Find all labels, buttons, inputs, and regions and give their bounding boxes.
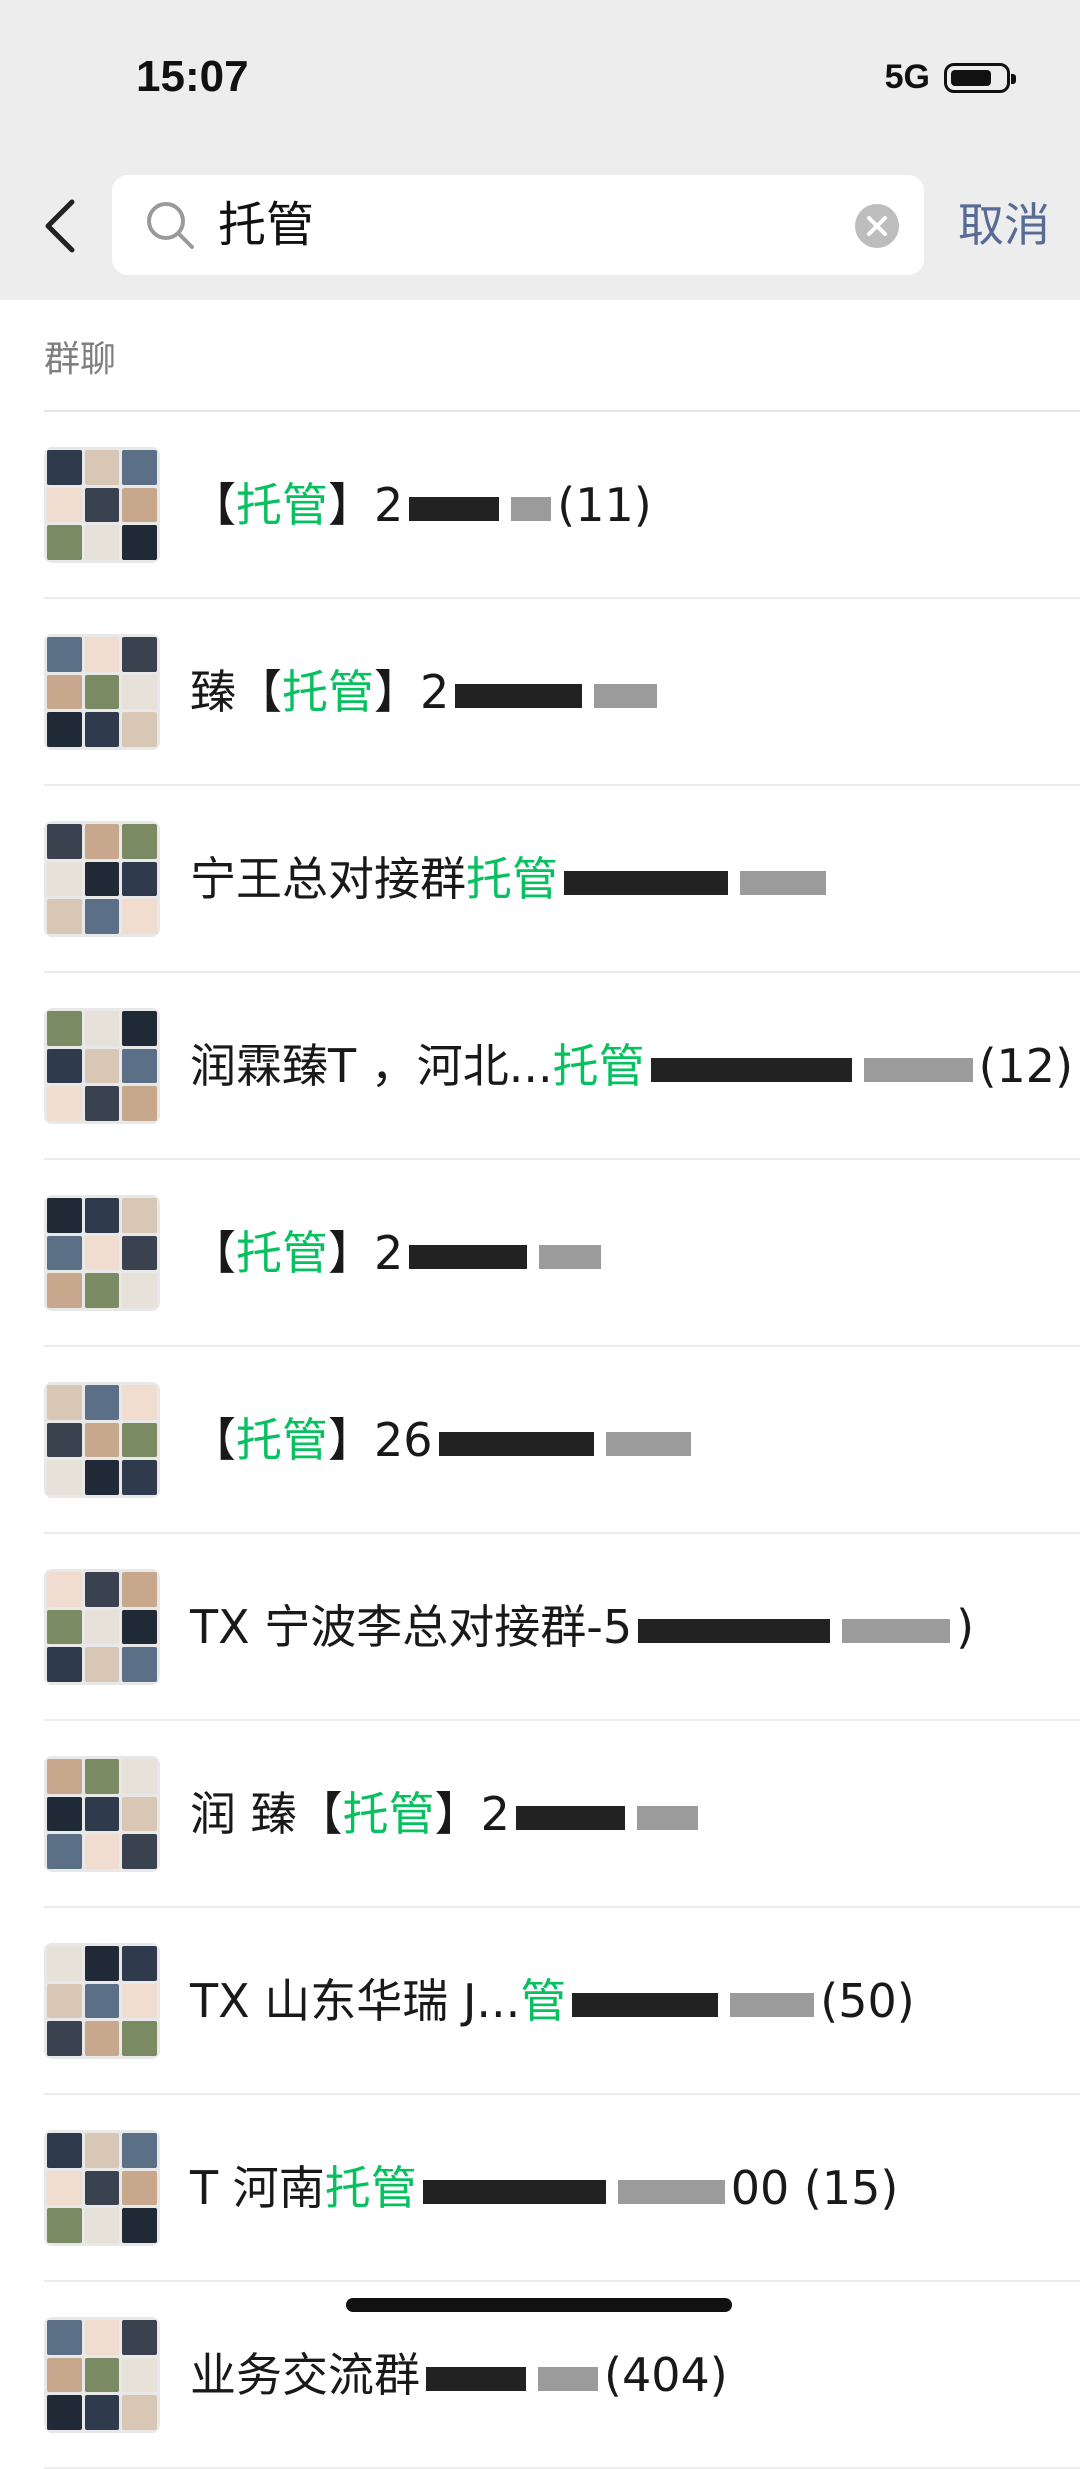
list-item[interactable]: TX 山东华瑞 J...管 (50) (0, 1908, 1080, 2095)
redacted-block (409, 1244, 528, 1269)
redacted-block (511, 496, 552, 521)
member-count: ) (956, 1600, 975, 1654)
list-item[interactable]: 【托管】26 (0, 1347, 1080, 1534)
section-header-group-chats: 群聊 (44, 339, 117, 380)
search-input[interactable]: 托管 (218, 195, 314, 255)
group-name: T 河南托管 00 (15) (190, 2153, 898, 2223)
group-name-suffix: 】2 (328, 478, 404, 532)
redacted-block (455, 683, 583, 708)
keyword-highlight: 托管 (236, 478, 328, 532)
group-name: TX 宁波李总对接群-5) (190, 1592, 974, 1662)
redacted-block (863, 1057, 973, 1082)
list-item[interactable]: 【托管】2 (11) (0, 412, 1080, 599)
group-name-prefix: 业务交流群 (190, 2348, 420, 2402)
member-count: (11) (557, 478, 652, 532)
keyword-highlight: 托管 (552, 1039, 645, 1093)
redacted-block (539, 1244, 602, 1269)
keyword-highlight: 托管 (282, 665, 374, 719)
group-avatar (44, 821, 160, 937)
keyword-highlight: 托管 (342, 1787, 435, 1841)
list-item[interactable]: TX 宁波李总对接群-5) (0, 1534, 1080, 1721)
redacted-block (409, 496, 500, 521)
list-item[interactable]: T 河南托管 00 (15) (0, 2095, 1080, 2282)
group-name-prefix: 【 (190, 1413, 236, 1467)
group-name: 臻【托管】2 (190, 657, 663, 727)
keyword-highlight: 托管 (236, 1413, 328, 1467)
group-name: 润霖臻T ，河北...托管 (12) (190, 1031, 1073, 1101)
redacted-block (617, 2179, 725, 2204)
group-name-prefix: 宁王总对接群 (190, 852, 466, 906)
member-count: (404) (604, 2348, 728, 2402)
group-name: 润 臻【托管】2 (190, 1779, 704, 1849)
group-name-prefix: 润霖臻T ，河北... (190, 1039, 553, 1093)
member-count: (12) (978, 1039, 1074, 1093)
redacted-block (740, 870, 826, 895)
group-name: 宁王总对接群托管 (190, 844, 832, 914)
group-name: 【托管】2 (190, 1218, 607, 1288)
keyword-highlight: 托管 (466, 852, 558, 906)
cancel-button[interactable]: 取消 (958, 195, 1050, 255)
redacted-block (636, 1805, 698, 1830)
list-item[interactable]: 【托管】2 (0, 1160, 1080, 1347)
group-name-prefix: TX 山东华瑞 J... (190, 1974, 521, 2028)
group-avatar (44, 1569, 160, 1685)
redacted-block (594, 683, 658, 708)
group-name: 业务交流群 (404) (190, 2340, 728, 2410)
redacted-block (515, 1805, 625, 1830)
group-name: 【托管】2 (11) (190, 470, 652, 540)
battery-icon (944, 62, 1016, 93)
list-item[interactable]: 臻【托管】2 (0, 599, 1080, 786)
group-name-prefix: 润 臻【 (190, 1787, 343, 1841)
keyword-highlight: 管 (520, 1974, 567, 2028)
group-name-prefix: TX 宁波李总对接群-5 (190, 1600, 633, 1654)
redacted-block (638, 1618, 831, 1643)
status-indicators: 5G (884, 58, 1016, 97)
keyword-highlight: 托管 (236, 1226, 328, 1280)
group-name-prefix: 【 (190, 478, 236, 532)
group-avatar (44, 447, 160, 563)
group-name-suffix: 】2 (328, 1226, 404, 1280)
redacted-block (605, 1431, 691, 1456)
redacted-block (538, 2366, 598, 2391)
group-name-prefix: 臻【 (190, 665, 282, 719)
redacted-block (422, 2179, 606, 2204)
network-label: 5G (884, 58, 930, 96)
group-avatar (44, 634, 160, 750)
group-avatar (44, 1382, 160, 1498)
group-name: TX 山东华瑞 J...管 (50) (190, 1966, 915, 2036)
status-time: 15:07 (136, 52, 249, 101)
redacted-block (842, 1618, 951, 1643)
home-indicator (346, 2298, 732, 2312)
group-avatar (44, 2130, 160, 2246)
back-button[interactable] (36, 190, 88, 262)
group-avatar (44, 1756, 160, 1872)
list-item[interactable]: 润 臻【托管】2 (0, 1721, 1080, 1908)
group-name-prefix: T 河南 (190, 2161, 325, 2215)
redacted-block (426, 2366, 526, 2391)
member-count: (50) (820, 1974, 915, 2028)
chevron-left-icon (45, 199, 75, 253)
group-avatar (44, 1943, 160, 2059)
list-item[interactable]: 润霖臻T ，河北...托管 (12) (0, 973, 1080, 1160)
group-name-suffix: 】26 (328, 1413, 433, 1467)
list-item[interactable]: 宁王总对接群托管 (0, 786, 1080, 973)
redacted-block (438, 1431, 594, 1456)
member-count: 00 (15) (730, 2161, 899, 2215)
group-name-suffix: 】2 (434, 1787, 510, 1841)
search-icon (147, 202, 194, 249)
search-header: 15:07 5G 托管 取消 (0, 0, 1080, 300)
redacted-block (730, 1992, 815, 2017)
group-avatar (44, 2317, 160, 2433)
redacted-block (650, 1057, 852, 1082)
redacted-block (564, 870, 728, 895)
clear-icon[interactable] (854, 203, 900, 249)
group-name: 【托管】26 (190, 1405, 697, 1475)
redacted-block (572, 1992, 719, 2017)
search-field[interactable]: 托管 (112, 175, 924, 275)
group-avatar (44, 1008, 160, 1124)
group-name-prefix: 【 (190, 1226, 236, 1280)
keyword-highlight: 托管 (324, 2161, 417, 2215)
group-name-suffix: 】2 (374, 665, 450, 719)
group-avatar (44, 1195, 160, 1311)
